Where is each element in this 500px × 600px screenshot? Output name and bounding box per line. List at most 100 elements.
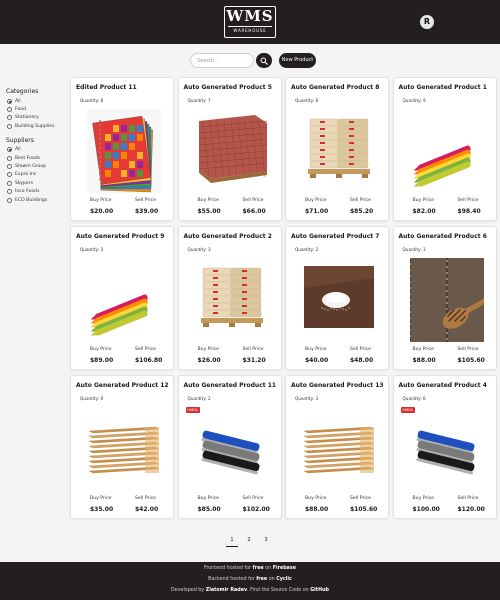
sell-price-value: $105.60: [457, 357, 485, 364]
category-option[interactable]: All: [6, 97, 66, 105]
radio-button[interactable]: [7, 155, 12, 161]
product-quantity: Quantity: 9: [80, 396, 104, 401]
supplier-option[interactable]: Skypers: [6, 179, 66, 187]
category-option[interactable]: Building Supplies: [6, 122, 66, 130]
product-quantity: Quantity: 2: [187, 396, 211, 401]
sell-price-value: $42.00: [135, 506, 159, 513]
buy-price-label: Buy Price: [197, 347, 219, 352]
sell-price-label: Sell Price: [135, 496, 156, 501]
category-filter: Categories All Food Stationery Building Sup…: [6, 88, 66, 131]
supplier-option[interactable]: Expro Inc: [6, 171, 66, 179]
sell-price-value: $85.20: [350, 208, 374, 215]
footer-developer-line: Developed by Zlatomir Radev. Find the So…: [171, 588, 329, 593]
sell-price-label: Sell Price: [457, 198, 479, 203]
buy-price-label: Buy Price: [90, 347, 112, 352]
pagination: 123: [226, 535, 274, 549]
product-quantity: Quantity: 3: [402, 247, 426, 252]
filter-sidebar: Categories All Food Stationery Building Sup…: [6, 88, 66, 210]
page-2-button[interactable]: 2: [243, 535, 255, 547]
sell-price-value: $98.40: [457, 208, 481, 215]
buy-price-label: Buy Price: [90, 496, 112, 501]
author-link[interactable]: Zlatomir Radev: [206, 588, 247, 593]
product-card[interactable]: Auto Generated Product 9 Quantity: 3 Buy P…: [70, 226, 174, 370]
buy-price-label: Buy Price: [412, 347, 434, 352]
radio-button[interactable]: [7, 98, 12, 104]
page-3-button[interactable]: 3: [260, 535, 272, 547]
search-button[interactable]: [256, 53, 272, 68]
footer-backend-line: Backend hosted for free on Cyclic: [208, 577, 292, 582]
radio-button[interactable]: [7, 164, 12, 170]
new-product-button[interactable]: New Product: [279, 53, 316, 68]
supplier-option[interactable]: ECO Buildings: [6, 196, 66, 204]
sell-price-label: Sell Price: [242, 347, 264, 352]
buy-price-value: $20.00: [90, 208, 114, 215]
supplier-option-label: Best Foods: [15, 155, 41, 161]
product-name: Auto Generated Product 6: [398, 233, 487, 240]
product-card[interactable]: Auto Generated Product 12 Quantity: 9 Buy …: [70, 375, 174, 519]
product-card[interactable]: Auto Generated Product 6 Quantity: 3 Buy P…: [392, 226, 497, 370]
product-card[interactable]: Auto Generated Product 13 Quantity: 3 Buy …: [285, 375, 389, 519]
search-input[interactable]: [190, 53, 254, 68]
sell-price-label: Sell Price: [135, 198, 156, 203]
category-option[interactable]: Stationery: [6, 114, 66, 122]
product-card[interactable]: Auto Generated Product 7 Quantity: 2 Buy P…: [285, 226, 389, 370]
wms-logo[interactable]: WMS WAREHOUSE: [224, 6, 276, 38]
radio-button[interactable]: [7, 189, 12, 195]
search-icon: [260, 57, 268, 65]
categories-heading: Categories: [6, 88, 39, 95]
suppliers-heading: Suppliers: [6, 136, 34, 144]
radio-button[interactable]: [7, 123, 12, 129]
logo-text: WMS: [226, 7, 274, 25]
supplier-option[interactable]: All: [6, 146, 66, 154]
product-name: Auto Generated Product 13: [291, 382, 384, 389]
sell-price-value: $66.00: [242, 208, 266, 215]
radio-button[interactable]: [7, 107, 12, 113]
radio-button[interactable]: [7, 115, 12, 121]
footer-frontend-line: Frontend hosted for free on Firebase: [203, 566, 297, 571]
product-image: [409, 407, 484, 491]
firebase-link[interactable]: Firebase: [273, 566, 296, 571]
supplier-option[interactable]: Stewm Group: [6, 162, 66, 170]
product-name: Auto Generated Product 2: [183, 233, 272, 240]
sell-price-label: Sell Price: [457, 496, 479, 501]
product-image: [409, 258, 484, 342]
category-option[interactable]: Food: [6, 105, 66, 113]
cyclic-link[interactable]: Cyclic: [276, 577, 292, 582]
product-name: Auto Generated Product 11: [183, 382, 277, 389]
sell-price-label: Sell Price: [242, 198, 264, 203]
product-card[interactable]: Auto Generated Product 5 Quantity: 7 Buy P…: [177, 77, 282, 221]
product-card[interactable]: Auto Generated Product 4 Quantity: 6 GIMDA…: [392, 375, 497, 519]
user-avatar[interactable]: R: [420, 15, 434, 29]
product-image: [87, 258, 161, 342]
radio-button[interactable]: [7, 172, 12, 178]
sell-price-value: $105.60: [350, 506, 378, 513]
product-card[interactable]: Auto Generated Product 8 Quantity: 8 Buy P…: [285, 77, 389, 221]
product-card[interactable]: Auto Generated Product 11 Quantity: 2 GIMD…: [177, 375, 282, 519]
product-quantity: Quantity: 2: [295, 247, 319, 252]
buy-price-value: $85.00: [197, 506, 221, 513]
buy-price-label: Buy Price: [90, 198, 112, 203]
radio-button[interactable]: [7, 197, 12, 203]
supplier-option[interactable]: Best Foods: [6, 154, 66, 162]
product-image: [302, 109, 376, 193]
sell-price-value: $106.80: [135, 357, 163, 364]
buy-price-value: $89.00: [90, 357, 114, 364]
product-name: Auto Generated Product 12: [76, 382, 169, 389]
product-quantity: Quantity: 3: [80, 247, 104, 252]
supplier-option[interactable]: Inco Foods: [6, 188, 66, 196]
sell-price-label: Sell Price: [350, 496, 371, 501]
github-link[interactable]: GitHub: [310, 588, 329, 593]
brand-badge: GIMDA: [185, 407, 200, 413]
product-card[interactable]: Auto Generated Product 1 Quantity: 9 Buy P…: [392, 77, 497, 221]
category-option-label: Food: [15, 107, 27, 113]
product-quantity: Quantity: 3: [187, 247, 211, 252]
product-card[interactable]: Auto Generated Product 2 Quantity: 3 Buy P…: [177, 226, 282, 370]
product-card[interactable]: Edited Product 11 Quantity: 8 Buy Price Sel…: [70, 77, 174, 221]
buy-price-value: $35.00: [90, 506, 114, 513]
page-1-button[interactable]: 1: [226, 535, 238, 547]
buy-price-value: $71.00: [305, 208, 329, 215]
product-image: [302, 258, 376, 342]
supplier-option-label: Expro Inc: [15, 172, 37, 178]
radio-button[interactable]: [7, 147, 12, 153]
radio-button[interactable]: [7, 180, 12, 186]
